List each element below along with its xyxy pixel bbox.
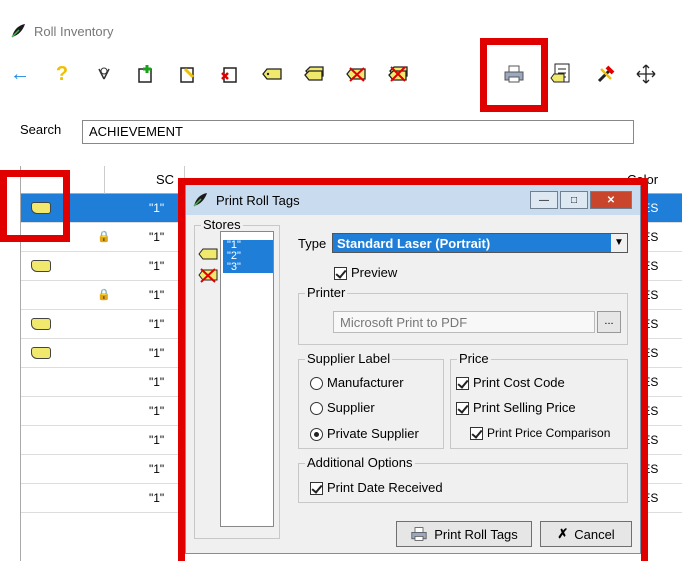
- app-root: Roll Inventory ← ? Search ACHIEVEMENT SC…: [0, 0, 682, 561]
- tag-icon: [31, 347, 51, 359]
- add-roll-icon[interactable]: [130, 58, 162, 90]
- highlight-box-printer: [480, 38, 548, 112]
- window-title: Roll Inventory: [34, 23, 114, 39]
- toolbar: ← ?: [0, 52, 682, 96]
- edit-roll-icon[interactable]: [172, 58, 204, 90]
- cell-sc: "1": [149, 375, 165, 389]
- remove-tags-icon[interactable]: [382, 58, 414, 90]
- grid-header-sc[interactable]: SC: [105, 166, 185, 194]
- tools-icon[interactable]: [590, 58, 622, 90]
- cell-sc: "1": [149, 230, 165, 244]
- cell-sc: "1": [149, 491, 165, 505]
- search-row: Search ACHIEVEMENT: [20, 120, 634, 144]
- remove-tag-icon[interactable]: [340, 58, 372, 90]
- lock-icon: 🔒: [97, 289, 111, 301]
- tag-link-icon[interactable]: [88, 58, 120, 90]
- search-input[interactable]: ACHIEVEMENT: [82, 120, 634, 144]
- delete-roll-icon[interactable]: [214, 58, 246, 90]
- tag-stack-icon[interactable]: [298, 58, 330, 90]
- report-tags-icon[interactable]: [546, 58, 578, 90]
- tag-icon: [31, 318, 51, 330]
- highlight-box-row: [0, 170, 70, 242]
- tag-icon: [31, 260, 51, 272]
- move-icon[interactable]: [630, 58, 662, 90]
- cell-sc: "1": [149, 201, 165, 215]
- cell-sc: "1": [149, 462, 165, 476]
- back-arrow-icon[interactable]: ←: [4, 58, 36, 90]
- search-label: Search: [20, 122, 62, 137]
- highlight-box-dialog: [178, 178, 648, 561]
- help-icon[interactable]: ?: [46, 58, 78, 90]
- cell-sc: "1": [149, 317, 165, 331]
- lock-icon: 🔒: [97, 231, 111, 243]
- cell-sc: "1": [149, 433, 165, 447]
- cell-sc: "1": [149, 346, 165, 360]
- cell-sc: "1": [149, 404, 165, 418]
- cell-sc: "1": [149, 259, 165, 273]
- app-leaf-icon: [11, 24, 25, 38]
- window-titlebar: Roll Inventory: [0, 16, 682, 46]
- tag-icon[interactable]: [256, 58, 288, 90]
- cell-sc: "1": [149, 288, 165, 302]
